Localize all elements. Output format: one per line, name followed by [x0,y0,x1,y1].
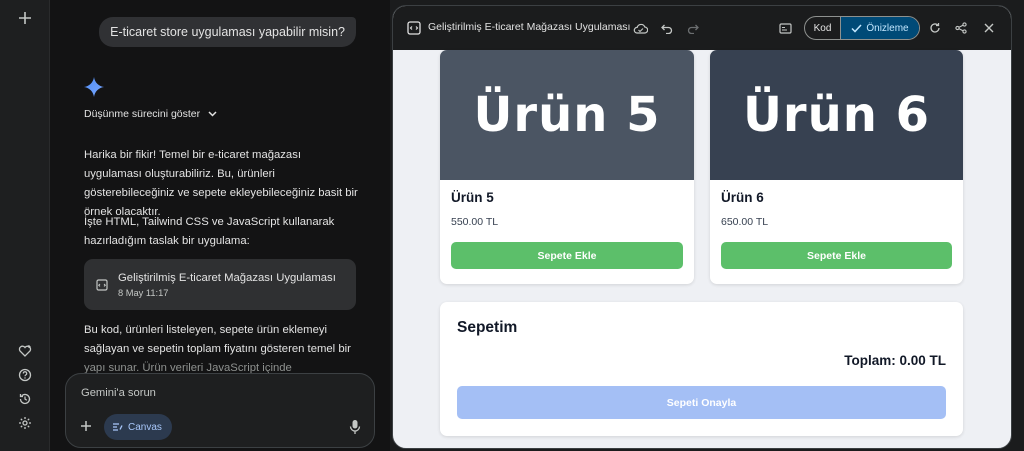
preview-tab-label: Önizleme [866,22,909,34]
undo-icon[interactable] [658,19,676,37]
add-to-cart-button[interactable]: Sepete Ekle [451,242,683,269]
canvas-chip-button[interactable]: Canvas [104,414,172,440]
document-icon [96,278,108,291]
product-image-text: Ürün 5 [473,87,661,143]
canvas-panel: Geliştirilmiş E-ticaret Mağazası Uygulam… [392,5,1012,449]
plus-icon[interactable] [14,7,36,29]
microphone-icon[interactable] [348,419,362,435]
add-attachment-icon[interactable] [78,418,94,434]
cart-panel: Sepetim Toplam: 0.00 TL Sepeti Onayla [440,302,963,436]
canvas-chip-label: Canvas [128,421,162,433]
user-message: E-ticaret store uygulaması yapabilir mis… [99,17,356,47]
response-paragraph-3: Bu kod, ürünleri listeleyen, sepete ürün… [84,321,360,378]
thinking-label: Düşünme sürecini göster [84,108,201,120]
prompt-input-box[interactable]: Gemini'a sorun Canvas [65,373,375,448]
product-card: Ürün 5 Ürün 5 550.00 TL Sepete Ekle [440,50,694,284]
product-image: Ürün 5 [440,50,694,180]
preview-tab[interactable]: Önizleme [840,17,919,39]
refresh-icon[interactable] [926,19,944,37]
share-icon[interactable] [952,19,970,37]
cart-title: Sepetim [457,319,518,336]
chevron-down-icon [208,111,217,117]
cloud-save-icon[interactable] [631,19,649,37]
console-icon[interactable] [776,19,794,37]
response-paragraph-2: İşte HTML, Tailwind CSS ve JavaScript ku… [84,216,335,247]
gemini-sparkle-icon [84,77,104,97]
product-card: Ürün 6 Ürün 6 650.00 TL Sepete Ekle [710,50,963,284]
product-price: 650.00 TL [721,216,769,228]
help-icon[interactable] [14,364,36,386]
gem-heart-icon[interactable] [14,340,36,362]
cart-total: Toplam: 0.00 TL [844,353,946,368]
doc-card-date: 8 May 11:17 [118,287,169,298]
document-icon [407,21,421,35]
add-to-cart-button[interactable]: Sepete Ekle [721,242,952,269]
show-thinking-toggle[interactable]: Düşünme sürecini göster [84,108,217,120]
redo-icon[interactable] [684,19,702,37]
canvas-document-card[interactable]: Geliştirilmiş E-ticaret Mağazası Uygulam… [84,259,356,310]
chat-panel: E-ticaret store uygulaması yapabilir mis… [50,0,390,451]
product-image-text: Ürün 6 [742,87,931,143]
check-icon [851,23,862,33]
left-rail [0,0,50,451]
product-image: Ürün 6 [710,50,963,180]
canvas-toolbar: Geliştirilmiş E-ticaret Mağazası Uygulam… [393,6,1011,50]
response-paragraph-1: Harika bir fikir! Temel bir e-ticaret ma… [84,149,358,218]
product-price: 550.00 TL [451,216,499,228]
doc-card-title: Geliştirilmiş E-ticaret Mağazası Uygulam… [118,271,336,284]
confirm-cart-button[interactable]: Sepeti Onayla [457,386,946,419]
code-tab[interactable]: Kod [805,17,840,39]
product-name: Ürün 6 [721,190,764,205]
product-name: Ürün 5 [451,190,494,205]
gemini-app: E-ticaret store uygulaması yapabilir mis… [0,0,1024,451]
close-icon[interactable] [980,19,998,37]
canvas-icon [113,423,123,431]
canvas-title: Geliştirilmiş E-ticaret Mağazası Uygulam… [428,21,631,33]
history-icon[interactable] [14,388,36,410]
prompt-input[interactable]: Gemini'a sorun [81,387,156,399]
settings-icon[interactable] [14,412,36,434]
code-preview-toggle[interactable]: Kod Önizleme [804,16,920,40]
response-paragraph-3-text: Bu kod, ürünleri listeleyen, sepete ürün… [84,324,351,355]
